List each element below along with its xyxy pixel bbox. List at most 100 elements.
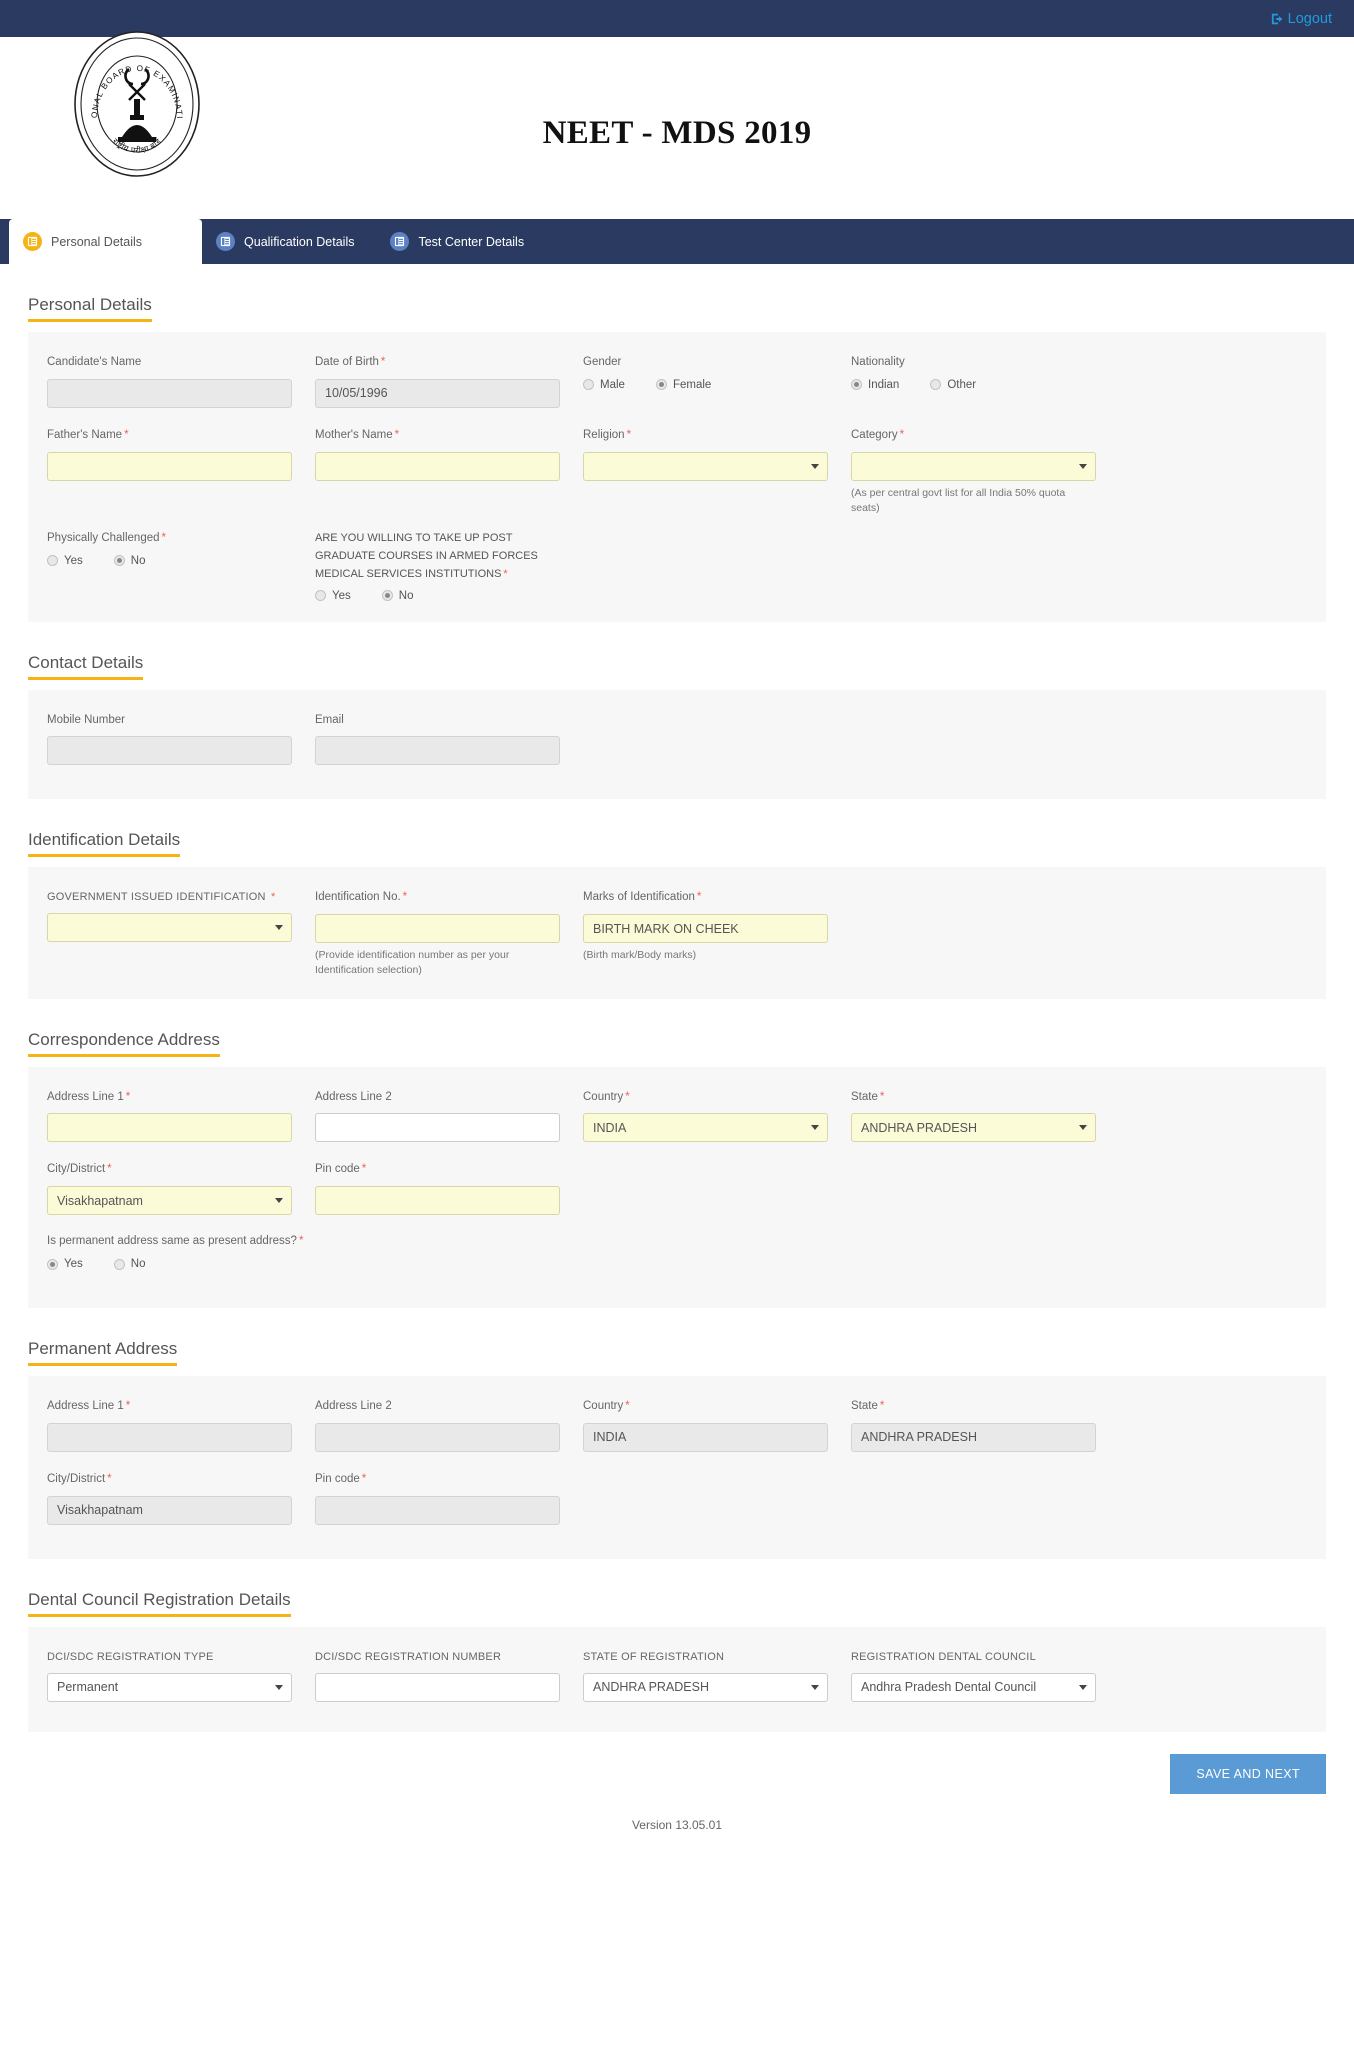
corr-state-value[interactable] [851, 1113, 1096, 1143]
perm-address-line-1-input[interactable] [47, 1422, 292, 1452]
form-icon [216, 232, 236, 251]
marks-of-identification-input[interactable] [583, 914, 828, 944]
mothers-name-input[interactable] [315, 451, 560, 481]
label-registration-dental-council: REGISTRATION DENTAL COUNCIL [851, 1650, 1036, 1663]
field-same-as-present-address: Is permanent address same as present add… [47, 1233, 567, 1270]
label-nationality: Nationality [851, 356, 905, 368]
physically-challenged-option-no[interactable]: No [113, 555, 145, 567]
government-issued-identification-value[interactable] [47, 913, 292, 943]
section-heading-correspondence-address: Correspondence Address [28, 1031, 220, 1057]
field-corr-address-line-2: Address Line 2 [315, 1089, 560, 1143]
radio-dot [930, 379, 942, 391]
field-perm-state: State * [851, 1398, 1096, 1452]
panel-permanent-address: Address Line 1 * Address Line 2 Country * … [28, 1376, 1326, 1559]
armed-forces-option-yes[interactable]: Yes [315, 590, 351, 602]
label-identification-number: Identification No. * [315, 891, 408, 904]
nationality-option-indian[interactable]: Indian [851, 379, 899, 391]
label-perm-address-line-1: Address Line 1 * [47, 1400, 131, 1412]
government-issued-identification-select[interactable] [47, 913, 292, 943]
field-gender: Gender Male Female [583, 354, 828, 408]
registration-dental-council-value[interactable] [851, 1672, 1096, 1702]
registration-dental-council-select[interactable] [851, 1672, 1096, 1702]
physically-challenged-option-yes[interactable]: Yes [47, 555, 83, 567]
radio-dot [851, 379, 862, 391]
panel-identification-details: GOVERNMENT ISSUED IDENTIFICATION * Ident… [28, 867, 1326, 999]
field-mothers-name: Mother's Name * [315, 427, 560, 516]
candidate-name-input[interactable] [47, 378, 292, 408]
identification-row-1: GOVERNMENT ISSUED IDENTIFICATION * Ident… [47, 889, 1307, 978]
radio-dot [113, 1258, 125, 1270]
corr-state-select[interactable] [851, 1113, 1096, 1143]
dci-registration-type-value[interactable] [47, 1672, 292, 1702]
same-address-radio-group: Yes No [47, 1258, 567, 1270]
religion-select-value[interactable] [583, 451, 828, 481]
corr-country-value[interactable] [583, 1113, 828, 1143]
fathers-name-input[interactable] [47, 451, 292, 481]
perm-address-line-2-input[interactable] [315, 1422, 560, 1452]
perm-pincode-input[interactable] [315, 1495, 560, 1525]
perm-city-input[interactable] [47, 1495, 292, 1525]
same-address-option-no[interactable]: No [113, 1258, 145, 1270]
radio-dot [315, 590, 326, 601]
field-corr-address-line-1: Address Line 1 * [47, 1089, 292, 1143]
email-input[interactable] [315, 736, 560, 766]
label-perm-pincode: Pin code * [315, 1472, 367, 1485]
identification-number-input[interactable] [315, 914, 560, 944]
armed-forces-option-no[interactable]: No [381, 590, 413, 602]
label-state-of-registration: STATE OF REGISTRATION [583, 1650, 725, 1663]
corr-country-select[interactable] [583, 1113, 828, 1143]
correspondence-row-2: City/District* Pin code* [47, 1161, 1307, 1216]
marks-of-identification-hint: (Birth mark/Body marks) [583, 949, 697, 962]
state-of-registration-value[interactable] [583, 1672, 828, 1702]
state-of-registration-select[interactable] [583, 1672, 828, 1702]
field-nationality: Nationality Indian Other [851, 354, 1096, 408]
corr-pincode-input[interactable] [315, 1186, 560, 1216]
label-dci-registration-type: DCI/SDC REGISTRATION TYPE [47, 1650, 214, 1663]
label-date-of-birth: Date of Birth * [315, 356, 386, 368]
date-of-birth-input[interactable] [315, 378, 560, 408]
dci-registration-type-select[interactable] [47, 1672, 292, 1702]
field-email: Email [315, 712, 560, 766]
dci-registration-number-input[interactable] [315, 1672, 560, 1702]
label-perm-address-line-2: Address Line 2 [315, 1400, 392, 1412]
corr-city-value[interactable] [47, 1186, 292, 1216]
field-corr-city: City/District * [47, 1161, 292, 1216]
tab-personal-details[interactable]: Personal Details [9, 219, 203, 264]
tab-test-center-details[interactable]: Test Center Details [376, 219, 546, 264]
corr-city-select[interactable] [47, 1186, 292, 1216]
corr-address-line-2-input[interactable] [315, 1113, 560, 1143]
corr-address-line-1-input[interactable] [47, 1113, 292, 1143]
perm-country-input[interactable] [583, 1422, 828, 1452]
label-mothers-name: Mother's Name * [315, 428, 400, 441]
form-page: Personal Details Candidate's Name Date o… [0, 264, 1354, 1794]
gender-option-male[interactable]: Male [583, 379, 625, 391]
label-dci-registration-number: DCI/SDC REGISTRATION NUMBER [315, 1650, 502, 1663]
radio-dot [655, 379, 667, 391]
label-corr-address-line-2: Address Line 2 [315, 1090, 392, 1103]
label-fathers-name: Father's Name * [47, 428, 129, 441]
logout-button[interactable]: Logout [1271, 11, 1332, 27]
field-perm-pincode: Pin code * [315, 1471, 560, 1525]
field-perm-country: Country * [583, 1398, 828, 1452]
save-and-next-button[interactable]: SAVE AND NEXT [1170, 1753, 1326, 1794]
label-same-as-present-address: Is permanent address same as present add… [47, 1235, 304, 1248]
permanent-row-1: Address Line 1 * Address Line 2 Country * … [47, 1398, 1307, 1452]
personal-row-3: Physically Challenged * Yes No ARE YOU WI… [47, 530, 1307, 602]
field-religion: Religion * [583, 427, 828, 516]
section-heading-permanent-address: Permanent Address [28, 1340, 178, 1366]
field-registration-dental-council: REGISTRATION DENTAL COUNCIL [851, 1649, 1096, 1702]
mobile-number-input[interactable] [47, 736, 292, 766]
tab-label: Qualification Details [244, 234, 355, 249]
label-corr-country: Country * [583, 1090, 630, 1103]
perm-state-input[interactable] [851, 1422, 1096, 1452]
category-hint: (As per central govt list for all India … [851, 486, 1066, 514]
sign-out-icon [1271, 12, 1285, 26]
tab-qualification-details[interactable]: Qualification Details [202, 219, 376, 264]
field-dci-registration-number: DCI/SDC REGISTRATION NUMBER [315, 1649, 560, 1702]
same-address-option-yes[interactable]: Yes [47, 1258, 83, 1270]
category-select-value[interactable] [851, 451, 1096, 481]
category-select[interactable] [851, 451, 1096, 481]
religion-select[interactable] [583, 451, 828, 481]
gender-option-female[interactable]: Female [655, 379, 711, 391]
nationality-option-other[interactable]: Other [930, 379, 976, 391]
